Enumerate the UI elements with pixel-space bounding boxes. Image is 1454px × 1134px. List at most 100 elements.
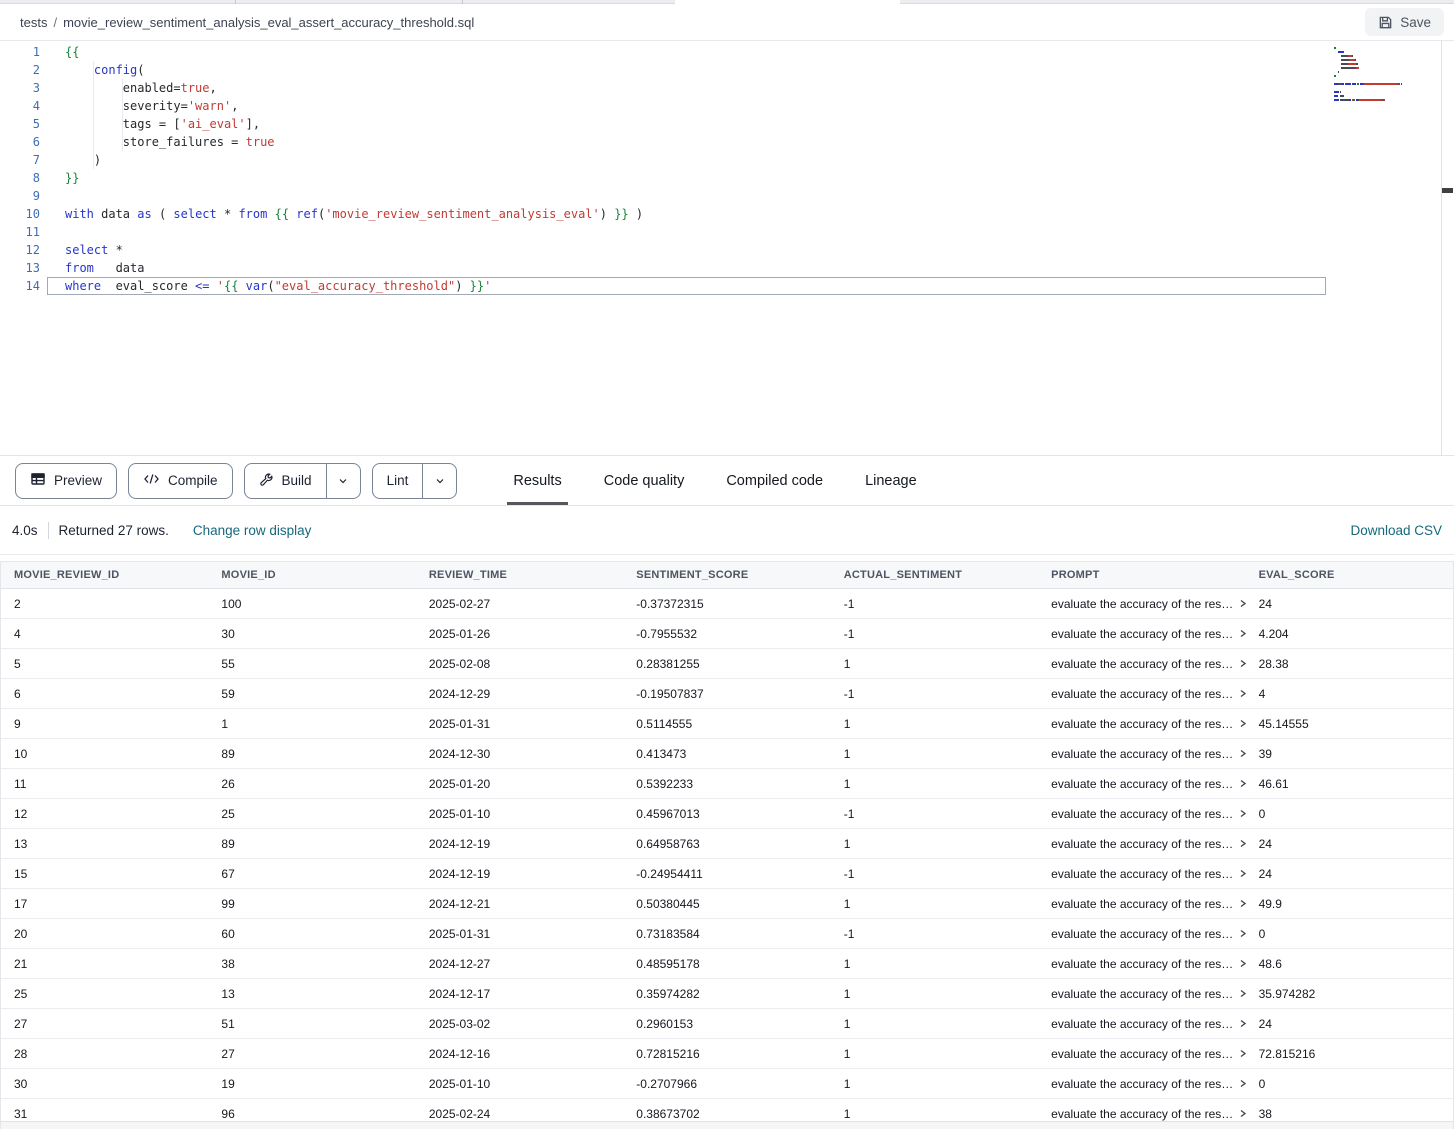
code-editor[interactable]: 1{{2 config(3 enabled=true,4 severity='w… <box>0 41 1454 456</box>
code-line[interactable]: 13from data <box>0 259 1326 277</box>
table-row: 27512025-03-020.29601531evaluate the acc… <box>1 1009 1453 1039</box>
code-line[interactable]: 8}} <box>0 169 1326 187</box>
indent-guide <box>93 61 94 169</box>
code-line[interactable]: 9 <box>0 187 1326 205</box>
editor-scrollbar[interactable] <box>1441 41 1454 455</box>
cell-prompt: evaluate the accuracy of the res… <box>1038 799 1245 828</box>
expand-cell-icon[interactable] <box>1238 928 1245 939</box>
cell-actual-sentiment: 1 <box>831 829 1038 858</box>
cell-eval-score: 48.6 <box>1246 949 1453 978</box>
cell-movie-review-id: 2 <box>1 589 208 618</box>
code-line[interactable]: 10with data as ( select * from {{ ref('m… <box>0 205 1326 223</box>
code-line[interactable]: 4 severity='warn', <box>0 97 1326 115</box>
lint-dropdown-button[interactable] <box>422 464 456 498</box>
cell-prompt: evaluate the accuracy of the res… <box>1038 589 1245 618</box>
cell-eval-score: 24 <box>1246 859 1453 888</box>
cell-movie-review-id: 15 <box>1 859 208 888</box>
code-line[interactable]: 14where eval_score <= '{{ var("eval_accu… <box>0 277 1326 295</box>
expand-cell-icon[interactable] <box>1238 1078 1245 1089</box>
cell-movie-id: 26 <box>208 769 415 798</box>
save-button[interactable]: Save <box>1365 8 1444 36</box>
expand-cell-icon[interactable] <box>1238 808 1245 819</box>
line-number: 3 <box>0 79 40 97</box>
table-row: 4302025-01-26-0.7955532-1evaluate the ac… <box>1 619 1453 649</box>
table-row: 30192025-01-10-0.27079661evaluate the ac… <box>1 1069 1453 1099</box>
tab-code-quality[interactable]: Code quality <box>598 456 691 505</box>
cell-actual-sentiment: 1 <box>831 889 1038 918</box>
cell-prompt: evaluate the accuracy of the res… <box>1038 859 1245 888</box>
expand-cell-icon[interactable] <box>1238 778 1245 789</box>
cell-review-time: 2024-12-29 <box>416 679 623 708</box>
tab-lineage[interactable]: Lineage <box>859 456 923 505</box>
expand-cell-icon[interactable] <box>1238 898 1245 909</box>
tab-compiled-code[interactable]: Compiled code <box>720 456 829 505</box>
editor-minimap[interactable] <box>1334 47 1438 103</box>
browser-tabs-strip[interactable] <box>0 0 1454 4</box>
code-line[interactable]: 11 <box>0 223 1326 241</box>
cell-movie-review-id: 9 <box>1 709 208 738</box>
expand-cell-icon[interactable] <box>1238 958 1245 969</box>
cell-actual-sentiment: -1 <box>831 679 1038 708</box>
prompt-preview-text: evaluate the accuracy of the res… <box>1051 1107 1233 1121</box>
code-line[interactable]: 2 config( <box>0 61 1326 79</box>
lint-button[interactable]: Lint <box>372 463 458 499</box>
change-row-display-link[interactable]: Change row display <box>193 523 312 538</box>
code-line[interactable]: 3 enabled=true, <box>0 79 1326 97</box>
cell-prompt: evaluate the accuracy of the res… <box>1038 829 1245 858</box>
expand-cell-icon[interactable] <box>1238 988 1245 999</box>
expand-cell-icon[interactable] <box>1238 748 1245 759</box>
code-line[interactable]: 7 ) <box>0 151 1326 169</box>
expand-cell-icon[interactable] <box>1238 1108 1245 1119</box>
expand-cell-icon[interactable] <box>1238 1048 1245 1059</box>
breadcrumb: tests/movie_review_sentiment_analysis_ev… <box>20 15 474 30</box>
breadcrumb-root[interactable]: tests <box>20 15 47 30</box>
cell-review-time: 2025-03-02 <box>416 1009 623 1038</box>
cell-actual-sentiment: 1 <box>831 979 1038 1008</box>
cell-prompt: evaluate the accuracy of the res… <box>1038 1039 1245 1068</box>
expand-cell-icon[interactable] <box>1238 1018 1245 1029</box>
code-line[interactable]: 6 store_failures = true <box>0 133 1326 151</box>
prompt-preview-text: evaluate the accuracy of the res… <box>1051 897 1233 911</box>
horizontal-scrollbar[interactable] <box>1 1121 1453 1129</box>
line-number: 6 <box>0 133 40 151</box>
expand-cell-icon[interactable] <box>1238 868 1245 879</box>
cell-sentiment-score: 0.48595178 <box>623 949 830 978</box>
tab-divider <box>235 0 236 4</box>
expand-cell-icon[interactable] <box>1238 598 1245 609</box>
code-line[interactable]: 12select * <box>0 241 1326 259</box>
expand-cell-icon[interactable] <box>1238 628 1245 639</box>
cell-movie-review-id: 27 <box>1 1009 208 1038</box>
indent-guide <box>122 79 123 151</box>
preview-button[interactable]: Preview <box>15 463 117 499</box>
column-header: PROMPT <box>1038 562 1245 588</box>
download-csv-link[interactable]: Download CSV <box>1350 523 1442 538</box>
compile-label: Compile <box>168 473 218 488</box>
line-number: 12 <box>0 241 40 259</box>
cell-actual-sentiment: 1 <box>831 769 1038 798</box>
expand-cell-icon[interactable] <box>1238 838 1245 849</box>
expand-cell-icon[interactable] <box>1238 718 1245 729</box>
line-number: 9 <box>0 187 40 205</box>
prompt-preview-text: evaluate the accuracy of the res… <box>1051 807 1233 821</box>
cell-movie-id: 55 <box>208 649 415 678</box>
code-line[interactable]: 5 tags = ['ai_eval'], <box>0 115 1326 133</box>
cell-actual-sentiment: -1 <box>831 589 1038 618</box>
minimap-line <box>1334 47 1438 49</box>
cell-movie-id: 60 <box>208 919 415 948</box>
build-button[interactable]: Build <box>244 463 361 499</box>
active-tab-top[interactable] <box>675 0 900 5</box>
cell-actual-sentiment: 1 <box>831 1009 1038 1038</box>
build-dropdown-button[interactable] <box>326 464 360 498</box>
code-line[interactable]: 1{{ <box>0 43 1326 61</box>
compile-button[interactable]: Compile <box>128 463 233 499</box>
table-row: 13892024-12-190.649587631evaluate the ac… <box>1 829 1453 859</box>
cell-sentiment-score: 0.5392233 <box>623 769 830 798</box>
prompt-preview-text: evaluate the accuracy of the res… <box>1051 687 1233 701</box>
chevron-down-icon <box>337 475 349 487</box>
expand-cell-icon[interactable] <box>1238 688 1245 699</box>
cell-movie-review-id: 5 <box>1 649 208 678</box>
expand-cell-icon[interactable] <box>1238 658 1245 669</box>
tab-results[interactable]: Results <box>507 456 567 505</box>
column-header: EVAL_SCORE <box>1246 562 1453 588</box>
cell-prompt: evaluate the accuracy of the res… <box>1038 979 1245 1008</box>
